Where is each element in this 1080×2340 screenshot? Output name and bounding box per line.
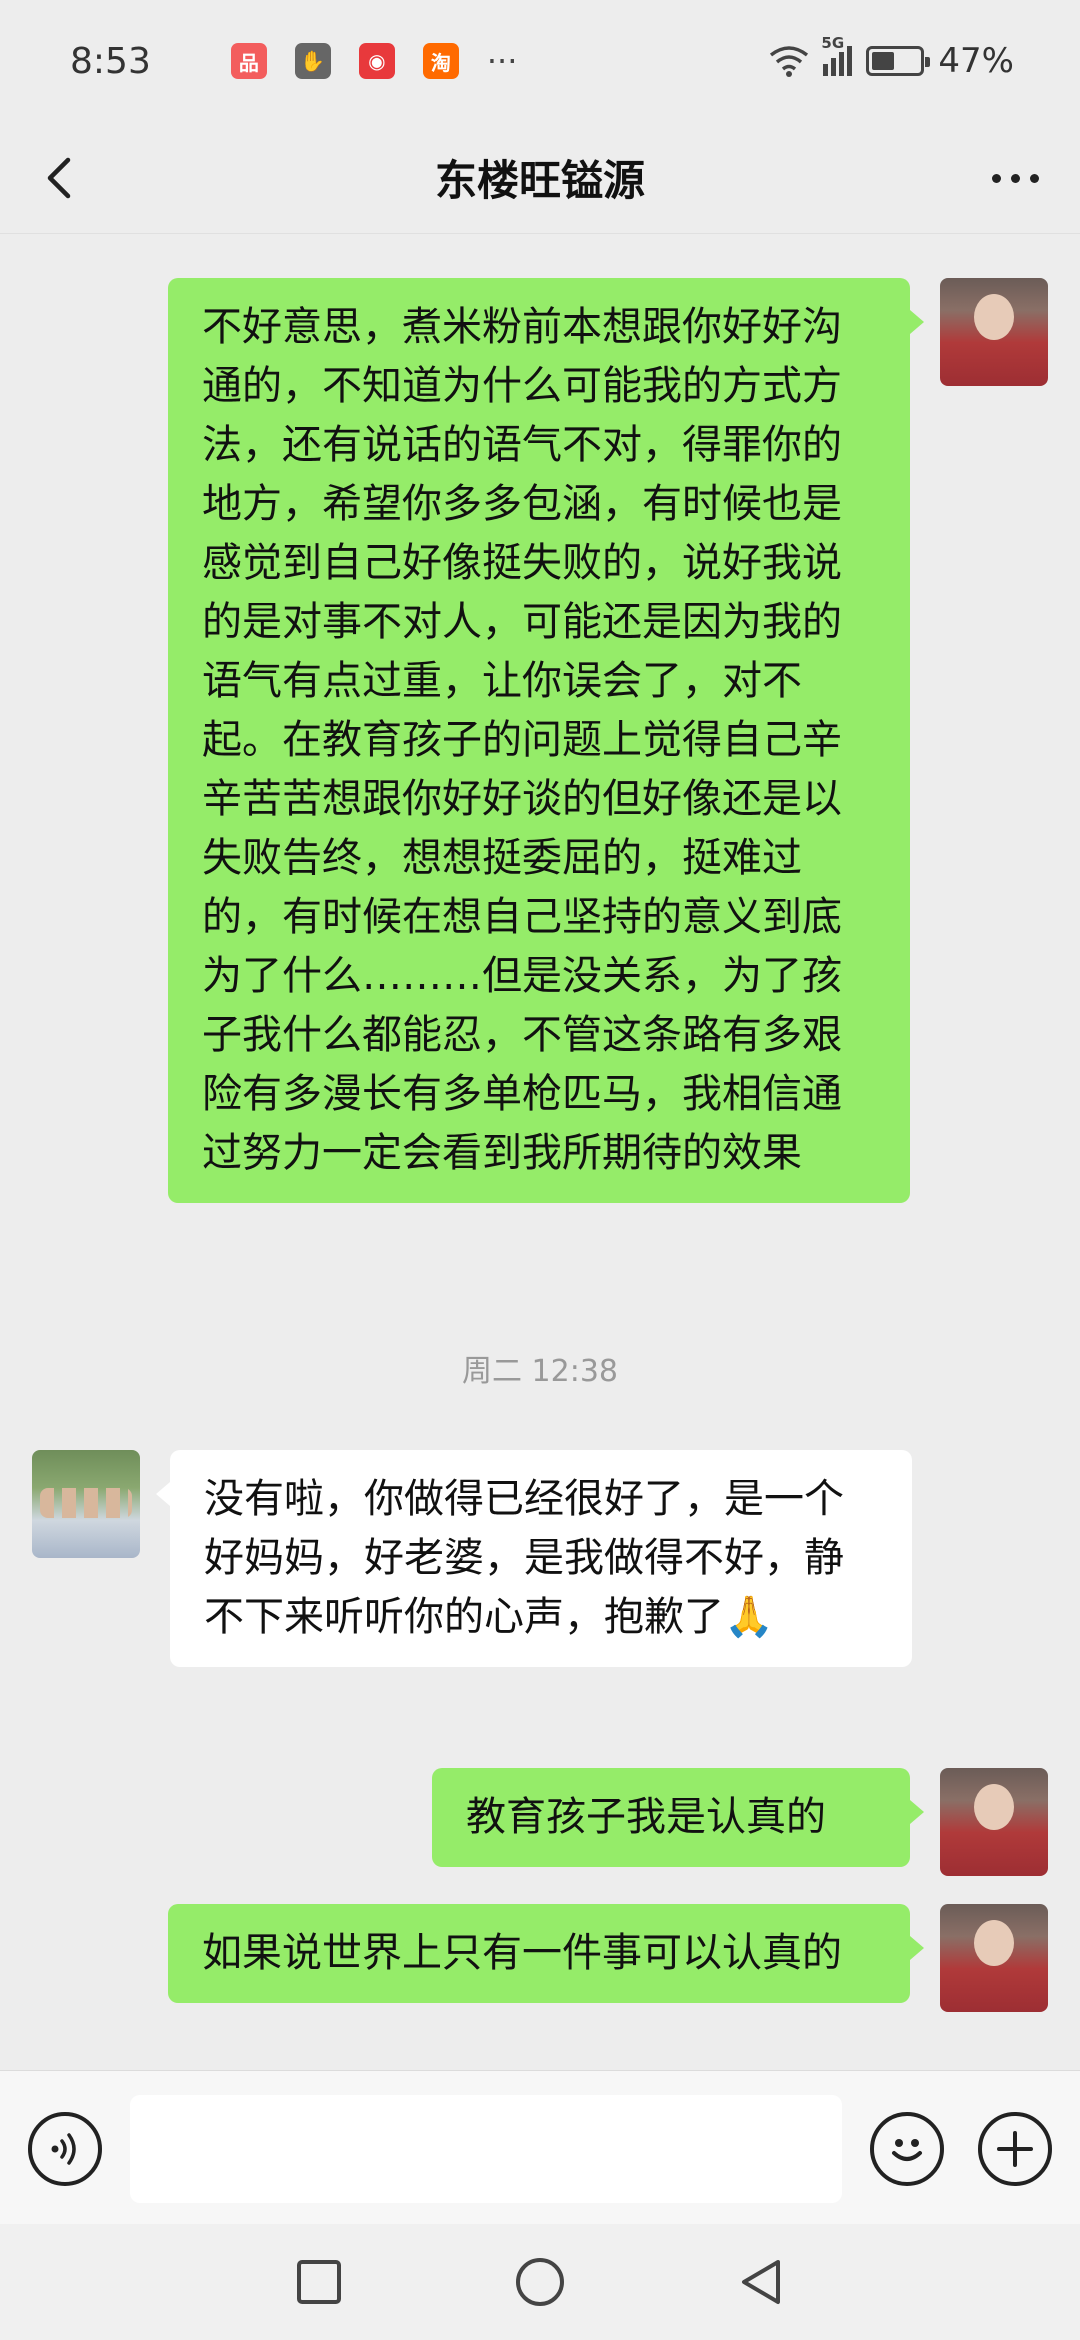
signal-icon: 5G	[821, 34, 853, 76]
battery-icon	[866, 46, 931, 76]
promo-app-icon: ◉	[358, 43, 395, 79]
emoji-icon	[892, 2139, 922, 2161]
status-time: 8:53	[70, 40, 151, 82]
recent-apps-icon[interactable]	[294, 2257, 344, 2307]
battery-percent: 47%	[938, 41, 1014, 81]
status-left: 8:53 品 ✋ ◉ 淘 ···	[70, 41, 517, 82]
network-type-label: 5G	[821, 34, 845, 52]
message-timestamp: 周二 12:38	[462, 1354, 618, 1389]
status-right: 5G 47%	[769, 34, 1014, 81]
message-bubble-self[interactable]: 教育孩子我是认真的	[432, 1768, 924, 1867]
self-avatar[interactable]	[940, 1768, 1048, 1876]
chat-message-list[interactable]: 不好意思，煮米粉前本想跟你好好沟通的，不知道为什么可能我的方式方法，还有说话的语…	[0, 234, 1080, 2070]
chat-title: 东楼旺镒源	[434, 156, 645, 205]
status-bar: 8:53 品 ✋ ◉ 淘 ··· 5G 47%	[0, 0, 1080, 122]
hand-app-icon: ✋	[294, 43, 331, 79]
emoji-button[interactable]	[870, 2112, 944, 2186]
chat-header: 东楼旺镒源	[0, 122, 1080, 234]
more-notifications-icon: ···	[486, 42, 518, 80]
home-icon[interactable]	[514, 2256, 566, 2308]
message-bubble-self[interactable]: 不好意思，煮米粉前本想跟你好好沟通的，不知道为什么可能我的方式方法，还有说话的语…	[168, 278, 924, 1203]
input-bar	[0, 2070, 1080, 2224]
more-options-icon[interactable]	[980, 150, 1050, 206]
message-bubble-other[interactable]: 没有啦，你做得已经很好了，是一个好妈妈，好老婆，是我做得不好，静不下来听听你的心…	[156, 1450, 912, 1667]
battery-fill	[872, 52, 895, 70]
message-bubble-self[interactable]: 如果说世界上只有一件事可以认真的	[168, 1904, 924, 2003]
message-input[interactable]	[130, 2095, 842, 2203]
camera-app-icon: 品	[230, 43, 267, 79]
taobao-app-icon: 淘	[422, 43, 459, 79]
voice-input-button[interactable]	[28, 2112, 102, 2186]
self-avatar[interactable]	[940, 1904, 1048, 2012]
plus-icon	[997, 2131, 1033, 2167]
self-avatar[interactable]	[940, 278, 1048, 386]
add-attachment-button[interactable]	[978, 2112, 1052, 2186]
voice-icon	[51, 2133, 76, 2165]
system-nav-bar	[0, 2224, 1080, 2340]
wifi-icon	[770, 46, 809, 77]
back-nav-icon[interactable]	[736, 2257, 786, 2307]
back-arrow-icon[interactable]	[34, 150, 90, 206]
contact-avatar[interactable]	[32, 1450, 140, 1558]
